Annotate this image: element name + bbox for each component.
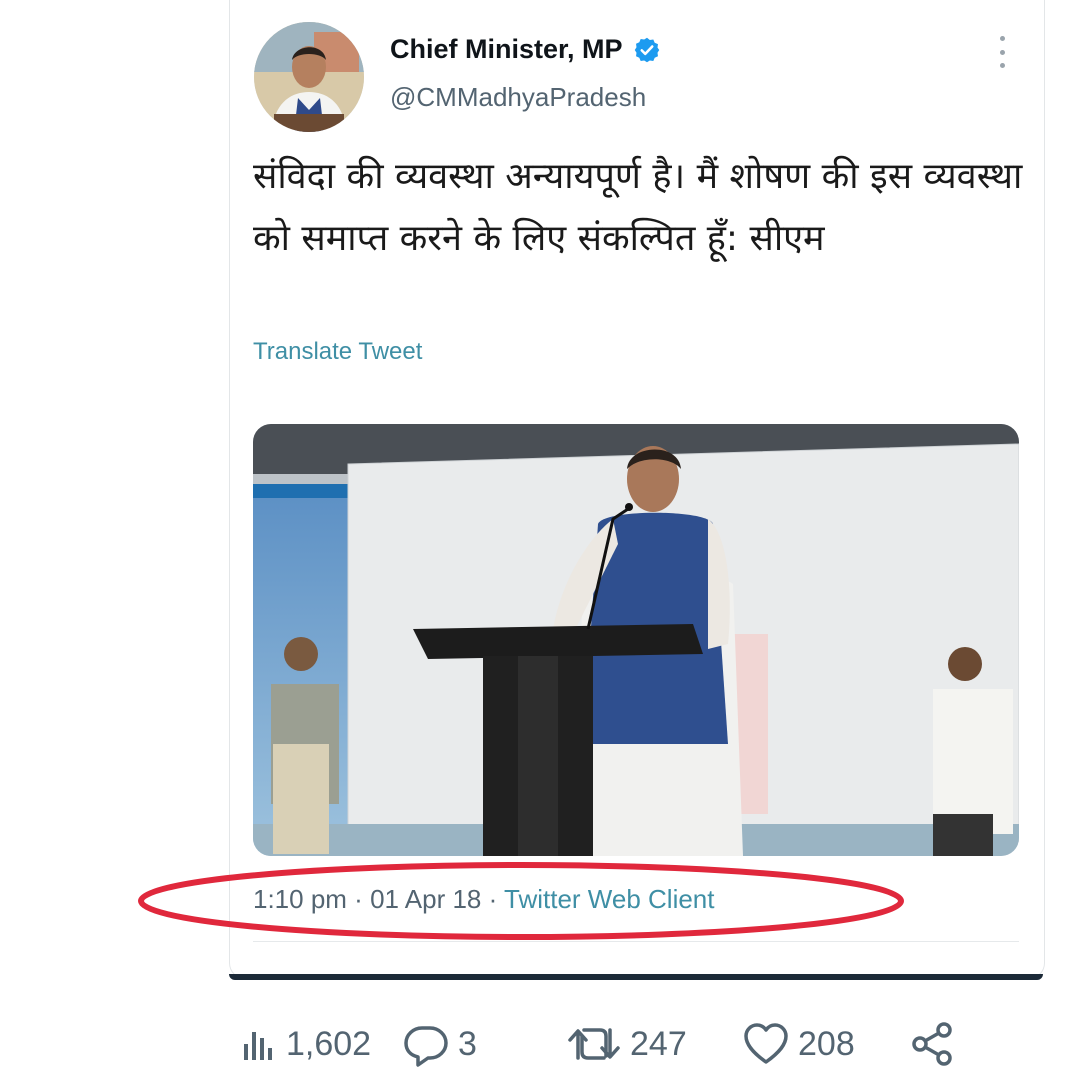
author-name-row[interactable]: Chief Minister, MP xyxy=(390,34,661,65)
more-options-icon[interactable] xyxy=(990,36,1014,68)
card-bottom-border xyxy=(229,974,1043,980)
like-button[interactable]: 208 xyxy=(742,1016,855,1072)
like-icon xyxy=(744,1023,788,1064)
author-handle[interactable]: @CMMadhyaPradesh xyxy=(390,82,646,113)
meta-separator: · xyxy=(346,884,371,914)
tweet-actions-bar: 1,602 3 247 208 xyxy=(0,1016,1080,1072)
views-button[interactable]: 1,602 xyxy=(238,1016,371,1072)
tweet-metadata: 1:10 pm · 01 Apr 18 · Twitter Web Client xyxy=(253,884,715,915)
reply-count: 3 xyxy=(458,1024,477,1063)
tweet-photo[interactable] xyxy=(253,424,1019,856)
translate-tweet-link[interactable]: Translate Tweet xyxy=(253,338,422,366)
divider xyxy=(253,941,1019,942)
views-icon xyxy=(244,1032,272,1060)
avatar[interactable] xyxy=(254,22,364,132)
author-name[interactable]: Chief Minister, MP xyxy=(390,34,623,65)
reply-icon xyxy=(404,1026,448,1067)
reply-button[interactable]: 3 xyxy=(402,1016,477,1072)
tweet-time[interactable]: 1:10 pm xyxy=(253,884,347,914)
tweet-client-link[interactable]: Twitter Web Client xyxy=(504,884,714,914)
share-icon xyxy=(912,1022,952,1066)
tweet-date[interactable]: 01 Apr 18 xyxy=(370,884,481,914)
like-count: 208 xyxy=(798,1024,855,1063)
retweet-button[interactable]: 247 xyxy=(566,1016,687,1072)
verified-badge-icon xyxy=(634,37,659,62)
retweet-icon xyxy=(568,1028,620,1060)
share-button[interactable] xyxy=(910,1016,956,1072)
meta-separator: · xyxy=(481,884,505,914)
tweet-text: संविदा की व्यवस्था अन्यायपूर्ण है। मैं श… xyxy=(253,156,1023,259)
retweet-count: 247 xyxy=(630,1024,687,1063)
views-count: 1,602 xyxy=(286,1024,372,1063)
